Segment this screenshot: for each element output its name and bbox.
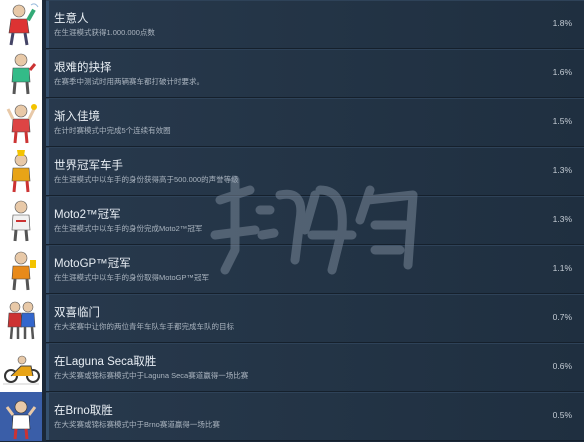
achievement-title: 世界冠军车手 (54, 160, 123, 172)
unlock-percentage: 1.3% (552, 214, 572, 224)
unlock-percentage: 1.5% (552, 116, 572, 126)
unlock-percentage: 1.3% (552, 165, 572, 175)
rider-fists-up-icon (0, 98, 42, 147)
achievement-panel: 双喜临门 在大奖赛中让你的两位青年车队车手都完成车队的目标 0.7% (46, 294, 584, 343)
achievement-panel: Moto2™冠军 在生涯模式中以车手的身份完成Moto2™冠军 1.3% (46, 196, 584, 245)
achievement-description: 在大奖赛中让你的两位青年车队车手都完成车队的目标 (54, 322, 234, 331)
achievement-list: 生意人 在生涯模式获得1.000.000点数 1.8% 艰难的抉择 在赛季中测试… (0, 0, 584, 442)
achievement-description: 在生涯模式获得1.000.000点数 (54, 28, 155, 37)
achievement-panel: 生意人 在生涯模式获得1.000.000点数 1.8% (46, 0, 584, 49)
unlock-percentage: 0.5% (552, 410, 572, 420)
achievement-description: 在大奖赛或锦标赛模式中于Brno赛道赢得一场比赛 (54, 420, 220, 429)
achievement-panel: 在Brno取胜 在大奖赛或锦标赛模式中于Brno赛道赢得一场比赛 0.5% (46, 392, 584, 441)
achievement-description: 在赛季中测试时用两辆赛车都打破计时要求。 (54, 77, 204, 86)
achievement-panel: MotoGP™冠军 在生涯模式中以车手的身份取得MotoGP™冠军 1.1% (46, 245, 584, 294)
achievement-title: 在Laguna Seca取胜 (54, 356, 157, 368)
achievement-row[interactable]: 渐入佳境 在计时赛模式中完成5个连续有效圈 1.5% (0, 98, 584, 147)
achievement-description: 在生涯模式中以车手的身份完成Moto2™冠军 (54, 224, 203, 233)
rider-celebration-icon (0, 392, 42, 441)
achievement-panel: 艰难的抉择 在赛季中测试时用两辆赛车都打破计时要求。 1.6% (46, 49, 584, 98)
achievement-row[interactable]: MotoGP™冠军 在生涯模式中以车手的身份取得MotoGP™冠军 1.1% (0, 245, 584, 294)
achievement-description: 在生涯模式中以车手的身份取得MotoGP™冠军 (54, 273, 210, 282)
rider-cup-icon (0, 245, 42, 294)
achievement-description: 在大奖赛或锦标赛模式中于Laguna Seca赛道赢得一场比赛 (54, 371, 249, 380)
achievement-row[interactable]: 双喜临门 在大奖赛中让你的两位青年车队车手都完成车队的目标 0.7% (0, 294, 584, 343)
unlock-percentage: 1.8% (552, 18, 572, 28)
achievement-title: 双喜临门 (54, 307, 100, 319)
achievement-row[interactable]: 在Laguna Seca取胜 在大奖赛或锦标赛模式中于Laguna Seca赛道… (0, 343, 584, 392)
achievement-title: 在Brno取胜 (54, 405, 113, 417)
achievement-row[interactable]: 艰难的抉择 在赛季中测试时用两辆赛车都打破计时要求。 1.6% (0, 49, 584, 98)
achievement-description: 在计时赛模式中完成5个连续有效圈 (54, 126, 171, 135)
achievement-row[interactable]: 世界冠军车手 在生涯模式中以车手的身份获得高于500.000的声誉等级 1.3% (0, 147, 584, 196)
two-riders-icon (0, 294, 42, 343)
unlock-percentage: 0.6% (552, 361, 572, 371)
unlock-percentage: 1.1% (552, 263, 572, 273)
achievement-row[interactable]: Moto2™冠军 在生涯模式中以车手的身份完成Moto2™冠军 1.3% (0, 196, 584, 245)
achievement-description: 在生涯模式中以车手的身份获得高于500.000的声誉等级 (54, 175, 239, 184)
achievement-panel: 渐入佳境 在计时赛模式中完成5个连续有效圈 1.5% (46, 98, 584, 147)
achievement-title: Moto2™冠军 (54, 209, 121, 221)
achievement-title: 艰难的抉择 (54, 62, 112, 74)
unlock-percentage: 0.7% (552, 312, 572, 322)
motorbike-racing-icon (0, 343, 42, 392)
unlock-percentage: 1.6% (552, 67, 572, 77)
achievement-title: 生意人 (54, 13, 89, 25)
achievement-panel: 在Laguna Seca取胜 在大奖赛或锦标赛模式中于Laguna Seca赛道… (46, 343, 584, 392)
rider-trophy-icon (0, 147, 42, 196)
achievement-row[interactable]: 生意人 在生涯模式获得1.000.000点数 1.8% (0, 0, 584, 49)
achievement-panel: 世界冠军车手 在生涯模式中以车手的身份获得高于500.000的声誉等级 1.3% (46, 147, 584, 196)
achievement-title: 渐入佳境 (54, 111, 100, 123)
rider-champagne-icon (0, 0, 42, 49)
achievement-title: MotoGP™冠军 (54, 258, 131, 270)
rider-standing-icon (0, 196, 42, 245)
achievement-row[interactable]: 在Brno取胜 在大奖赛或锦标赛模式中于Brno赛道赢得一场比赛 0.5% (0, 392, 584, 441)
rider-thumbs-up-icon (0, 49, 42, 98)
